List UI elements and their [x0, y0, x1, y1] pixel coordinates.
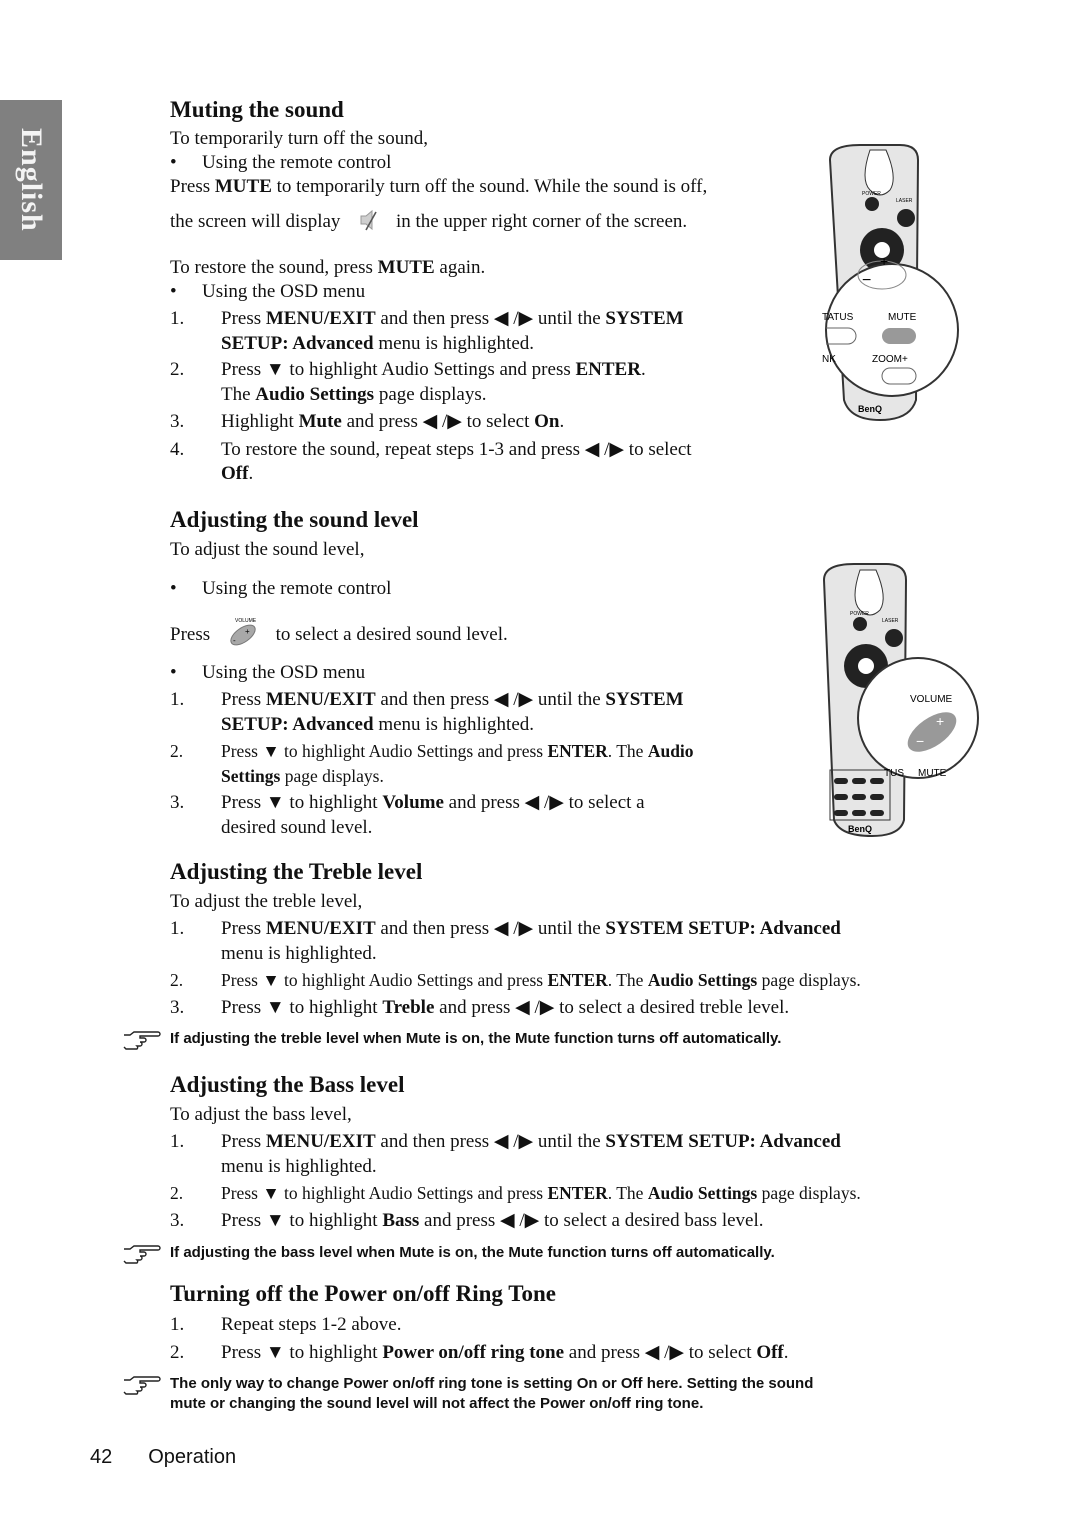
svg-text:LASER: LASER — [896, 198, 913, 204]
step: 2. Press ▼ to highlight Audio Settings an… — [170, 741, 694, 786]
svg-text:BenQ: BenQ — [848, 824, 872, 834]
svg-text:-: - — [233, 636, 236, 645]
step: 1. Repeat steps 1-2 above. — [170, 1314, 402, 1335]
svg-text:−: − — [862, 272, 871, 289]
bullet-remote: Using the remote control — [170, 151, 790, 175]
section-title: Adjusting the Bass level — [170, 1072, 405, 1097]
step: 3. Press ▼ to highlight Volume and press … — [170, 792, 645, 838]
section-title: Turning off the Power on/off Ring Tone — [170, 1281, 556, 1306]
svg-text:POWER: POWER — [862, 191, 881, 197]
remote-mute-illustration: POWER LASER + − TATUS MUTE NK ZOOM+ BenQ — [822, 144, 959, 422]
mute-indicator-icon — [360, 209, 377, 231]
step: 3. Highlight Mute and press ◀ /▶ to selec… — [170, 411, 565, 432]
step: 3. Press ▼ to highlight Treble and press … — [170, 996, 790, 1018]
svg-text:TATUS: TATUS — [822, 312, 854, 323]
step: 1. Press MENU/EXIT and then press ◀ /▶ un… — [170, 689, 684, 735]
step: 4. To restore the sound, repeat steps 1-3… — [170, 438, 692, 485]
step: 1. Press MENU/EXIT and then press ◀ /▶ un… — [170, 308, 684, 354]
bullet-osd: Using the OSD menu — [170, 280, 790, 304]
section-ring-tone: Turning off the Power on/off Ring Tone 1… — [170, 1280, 990, 1365]
step: 2. Press ▼ to highlight Audio Settings an… — [170, 1183, 861, 1203]
intro-text: To adjust the treble level, — [170, 891, 363, 912]
intro-text: To temporarily turn off the sound, — [170, 128, 428, 149]
svg-text:VOLUME: VOLUME — [910, 694, 953, 705]
svg-text:BenQ: BenQ — [858, 404, 882, 414]
bullet-remote: Using the remote control — [170, 577, 790, 601]
remote-instruction: Press MUTE to temporarily turn off the s… — [170, 176, 708, 197]
restore-text: To restore the sound, press MUTE again. — [170, 257, 486, 278]
svg-text:+: + — [880, 253, 888, 269]
pointing-hand-icon — [123, 1376, 161, 1395]
section-sound-level: Adjusting the sound level To adjust the … — [170, 506, 790, 840]
svg-text:NK: NK — [822, 354, 836, 365]
language-tab: English — [0, 100, 62, 260]
bullet-osd: Using the OSD menu — [170, 661, 790, 685]
section-treble: Adjusting the Treble level To adjust the… — [170, 858, 990, 1020]
svg-text:MUTE: MUTE — [918, 768, 947, 779]
volume-instruction: Press VOLUME + - to select a desired sou… — [170, 616, 790, 647]
svg-text:+: + — [936, 713, 944, 729]
page-number: 42 — [90, 1446, 113, 1468]
svg-text:VOLUME: VOLUME — [235, 618, 257, 624]
remote-volume-illustration: POWER LASER VOLUME + − TUS MUTE BenQ — [822, 563, 979, 838]
step: 2. Press ▼ to highlight Power on/off ring… — [170, 1341, 789, 1363]
svg-text:TUS: TUS — [884, 768, 904, 779]
language-tab-label: English — [15, 128, 48, 232]
section-title: Adjusting the Treble level — [170, 859, 423, 884]
svg-text:POWER: POWER — [850, 611, 869, 617]
section-muting: Muting the sound To temporarily turn off… — [170, 96, 790, 487]
svg-text:LASER: LASER — [882, 618, 899, 624]
intro-text: To adjust the sound level, — [170, 539, 365, 560]
svg-text:−: − — [916, 733, 924, 749]
pointing-hand-icon — [123, 1245, 161, 1264]
power-button-icon — [865, 197, 879, 211]
pointing-hand-icon — [123, 1031, 161, 1050]
svg-text:ZOOM+: ZOOM+ — [872, 354, 908, 365]
step: 3. Press ▼ to highlight Bass and press ◀ … — [170, 1209, 764, 1231]
section-title: Muting the sound — [170, 97, 344, 122]
step: 1. Press MENU/EXIT and then press ◀ /▶ un… — [170, 1131, 841, 1177]
svg-text:MUTE: MUTE — [888, 312, 917, 323]
svg-text:+: + — [245, 627, 250, 636]
step: 2. Press ▼ to highlight Audio Settings an… — [170, 359, 646, 405]
section-bass: Adjusting the Bass level To adjust the b… — [170, 1071, 990, 1233]
remote-instruction-2: the screen will display in the upper rig… — [170, 209, 688, 232]
section-title: Adjusting the sound level — [170, 507, 419, 532]
footer-section: Operation — [148, 1446, 237, 1468]
step: 2. Press ▼ to highlight Audio Settings an… — [170, 970, 861, 990]
page-footer: 42 Operation — [90, 1446, 272, 1469]
step: 1. Press MENU/EXIT and then press ◀ /▶ un… — [170, 918, 841, 964]
intro-text: To adjust the bass level, — [170, 1104, 352, 1125]
volume-button-icon: VOLUME + - — [230, 618, 257, 646]
